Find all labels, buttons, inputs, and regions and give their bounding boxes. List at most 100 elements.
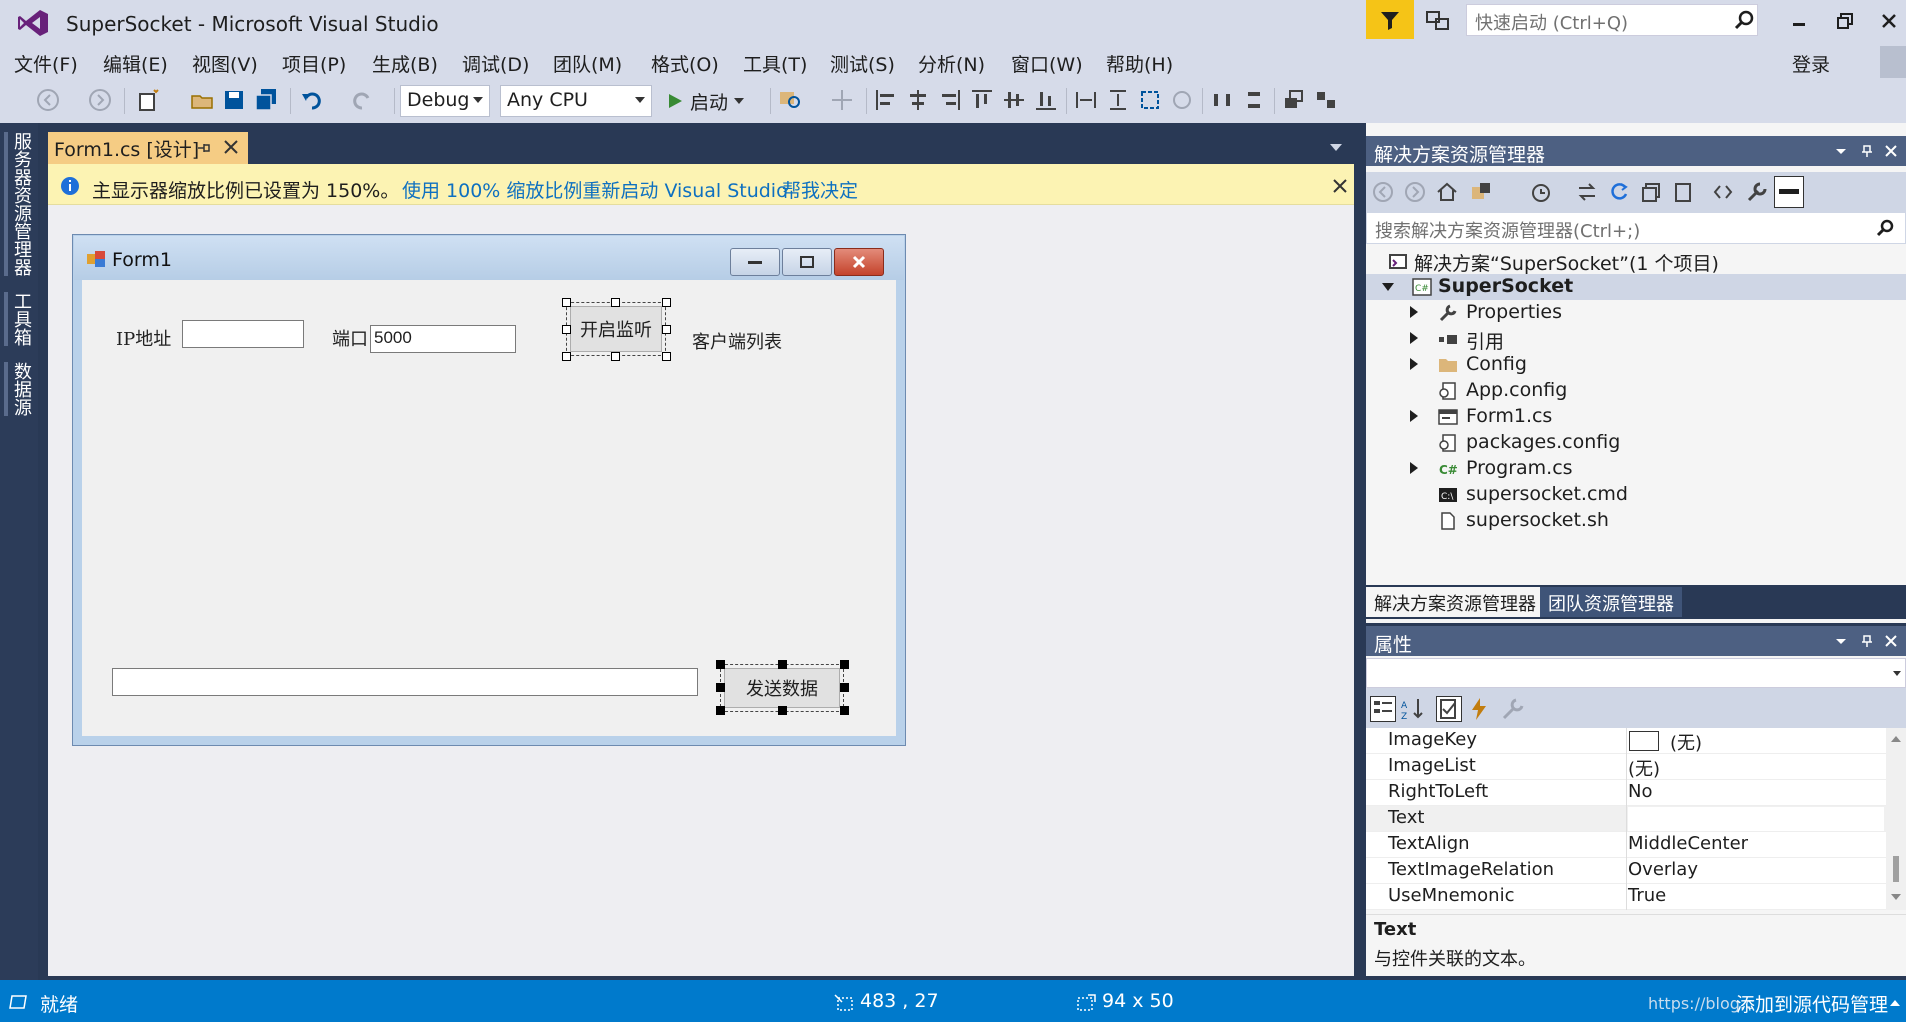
properties-wrench-icon[interactable] <box>1746 181 1768 203</box>
tab-order-icon[interactable] <box>1314 88 1338 112</box>
menu-view[interactable]: 视图(V) <box>192 50 258 77</box>
property-row-textalign[interactable]: TextAlign MiddleCenter <box>1366 832 1886 858</box>
properties-scrollbar[interactable] <box>1886 728 1906 910</box>
tree-item-program[interactable]: C# Program.cs <box>1366 456 1906 482</box>
menu-project[interactable]: 项目(P) <box>282 50 346 77</box>
pin-icon[interactable] <box>196 140 212 156</box>
notifications-filter-button[interactable] <box>1366 0 1414 39</box>
panel-menu-icon[interactable] <box>1834 634 1848 648</box>
close-infobar-icon[interactable] <box>1332 178 1348 194</box>
expand-arrow[interactable] <box>1410 410 1418 422</box>
close-icon[interactable] <box>1884 144 1898 158</box>
vertical-spacing-icon[interactable] <box>1242 88 1266 112</box>
close-icon[interactable] <box>1884 634 1898 648</box>
object-selector-dropdown[interactable] <box>1366 658 1906 688</box>
view-code-icon[interactable] <box>1712 181 1734 203</box>
pin-icon[interactable] <box>1860 144 1874 158</box>
align-bottoms-icon[interactable] <box>1034 88 1058 112</box>
menu-test[interactable]: 测试(S) <box>830 50 895 77</box>
redo-icon[interactable] <box>350 88 374 112</box>
sync-with-active-document-icon[interactable] <box>1576 181 1598 203</box>
make-same-width-icon[interactable] <box>1074 88 1098 112</box>
tab-solution-explorer[interactable]: 解决方案资源管理器 <box>1366 587 1544 617</box>
bring-to-front-icon[interactable] <box>1282 88 1306 112</box>
tree-item-supersocket-cmd[interactable]: C:\ supersocket.cmd <box>1366 482 1906 508</box>
menu-tools[interactable]: 工具(T) <box>743 50 807 77</box>
undo-icon[interactable] <box>300 88 324 112</box>
align-lefts-icon[interactable] <box>874 88 898 112</box>
close-window-button[interactable] <box>1866 4 1906 38</box>
search-icon[interactable] <box>1734 10 1754 30</box>
alphabetical-icon[interactable]: AZ <box>1400 696 1426 722</box>
horizontal-spacing-icon[interactable] <box>1210 88 1234 112</box>
resize-handle[interactable] <box>716 660 725 669</box>
resize-handle[interactable] <box>716 706 725 715</box>
search-icon[interactable] <box>1876 219 1894 237</box>
tab-form1-design[interactable]: Form1.cs [设计] <box>48 132 248 164</box>
feedback-icon[interactable] <box>1424 8 1452 34</box>
property-pages-wrench-icon[interactable] <box>1500 696 1526 722</box>
property-row-usemnemonic[interactable]: UseMnemonic True <box>1366 884 1886 910</box>
resize-handle[interactable] <box>778 660 787 669</box>
quick-launch-input[interactable]: 快速启动 (Ctrl+Q) <box>1466 4 1758 36</box>
minimize-button[interactable] <box>1776 4 1822 38</box>
resize-handle[interactable] <box>662 298 671 307</box>
menu-format[interactable]: 格式(O) <box>651 50 719 77</box>
align-tops-icon[interactable] <box>970 88 994 112</box>
resize-handle[interactable] <box>562 298 571 307</box>
navigate-forward-icon[interactable] <box>88 88 112 112</box>
tree-item-app-config[interactable]: App.config <box>1366 378 1906 404</box>
events-lightning-icon[interactable] <box>1466 696 1492 722</box>
resize-handle[interactable] <box>611 352 620 361</box>
menu-help[interactable]: 帮助(H) <box>1106 50 1173 77</box>
restore-button[interactable] <box>1822 4 1868 38</box>
properties-view-icon[interactable] <box>1436 696 1462 722</box>
side-tab-data-sources[interactable]: 数据源 <box>4 362 34 416</box>
align-rights-icon[interactable] <box>938 88 962 112</box>
expand-arrow[interactable] <box>1382 283 1394 291</box>
expand-arrow[interactable] <box>1410 462 1418 474</box>
tab-team-explorer[interactable]: 团队资源管理器 <box>1540 587 1682 617</box>
tree-item-solution[interactable]: 解决方案“SuperSocket”(1 个项目) <box>1366 248 1906 275</box>
make-same-size-icon[interactable] <box>1138 88 1162 112</box>
source-control-menu-arrow[interactable] <box>1890 1000 1900 1006</box>
tree-item-references[interactable]: 引用 <box>1366 326 1906 353</box>
add-to-source-control-button[interactable]: 添加到源代码管理 <box>1736 990 1888 1017</box>
categorized-icon[interactable] <box>1370 696 1396 722</box>
tree-item-config[interactable]: Config <box>1366 352 1906 378</box>
resize-handle[interactable] <box>662 352 671 361</box>
resize-handle[interactable] <box>611 298 620 307</box>
form-maximize-button[interactable] <box>782 248 832 276</box>
forward-icon[interactable] <box>1404 181 1426 203</box>
tree-item-packages-config[interactable]: packages.config <box>1366 430 1906 456</box>
form-close-button[interactable] <box>834 248 884 276</box>
property-row-textimagerelation[interactable]: TextImageRelation Overlay <box>1366 858 1886 884</box>
tree-item-project[interactable]: C# SuperSocket <box>1366 274 1906 300</box>
panel-menu-icon[interactable] <box>1834 144 1848 158</box>
menu-window[interactable]: 窗口(W) <box>1011 50 1083 77</box>
align-middles-icon[interactable] <box>1002 88 1026 112</box>
save-all-icon[interactable] <box>254 88 278 112</box>
pending-changes-filter-icon[interactable] <box>1530 181 1552 203</box>
menu-file[interactable]: 文件(F) <box>14 50 78 77</box>
back-icon[interactable] <box>1372 181 1394 203</box>
scrollbar-thumb[interactable] <box>1893 856 1899 882</box>
close-tab-icon[interactable] <box>222 138 240 156</box>
start-debugging-button[interactable]: 启动 <box>666 86 762 116</box>
property-value[interactable] <box>1628 807 1884 831</box>
send-data-button[interactable]: 发送数据 <box>724 668 840 708</box>
align-to-grid-icon[interactable] <box>830 88 854 112</box>
navigate-back-icon[interactable] <box>36 88 60 112</box>
resize-handle[interactable] <box>778 706 787 715</box>
menu-debug[interactable]: 调试(D) <box>462 50 529 77</box>
switch-views-icon[interactable] <box>1470 181 1492 203</box>
new-project-icon[interactable] <box>136 88 160 112</box>
avatar[interactable] <box>1880 46 1906 78</box>
help-me-decide-link[interactable]: 帮我决定 <box>782 176 858 203</box>
ip-textbox[interactable] <box>182 320 304 348</box>
collapse-all-icon[interactable] <box>1640 181 1662 203</box>
property-row-imagelist[interactable]: ImageList (无) <box>1366 754 1886 780</box>
port-textbox[interactable]: 5000 <box>370 325 516 353</box>
send-message-textbox[interactable] <box>112 668 698 696</box>
side-tab-toolbox[interactable]: 工具箱 <box>4 292 34 346</box>
